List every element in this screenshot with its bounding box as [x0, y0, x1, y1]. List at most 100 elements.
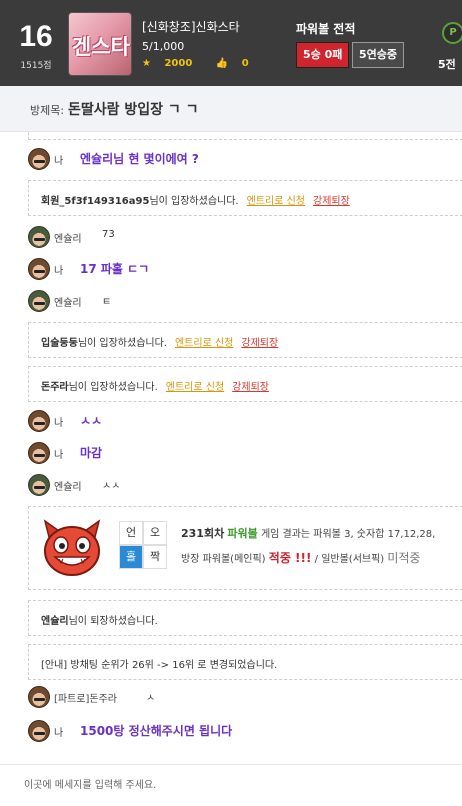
odd-even-grid: 언 오 홀 짝 — [119, 521, 167, 569]
avatar[interactable] — [28, 686, 50, 708]
avatar[interactable] — [28, 410, 50, 432]
rank-number: 16 — [19, 20, 53, 53]
message-sender: 나 — [54, 728, 64, 739]
system-user: 회원_5f3f149316a95 — [41, 196, 150, 207]
force-kick-link[interactable]: 강제퇴장 — [232, 382, 269, 393]
system-message — [28, 132, 462, 140]
powerball-game-count: 5전 — [438, 58, 456, 71]
chat-message: 엔슐리 ㅌ — [28, 290, 448, 314]
message-sender: 나 — [54, 450, 64, 461]
message-sender: 엔슐리 — [54, 234, 82, 245]
avatar[interactable] — [28, 226, 50, 248]
entry-apply-link[interactable]: 엔트리로 신청 — [175, 338, 233, 349]
system-message: 입술둥둥님이 입장하셨습니다. 엔트리로 신청 강제퇴장 — [28, 322, 462, 358]
message-sender: 나 — [54, 266, 64, 277]
chat-message: 엔슐리 73 — [28, 226, 448, 250]
message-sender: 엔슐리 — [54, 482, 82, 493]
system-message: 회원_5f3f149316a95님이 입장하셨습니다. 엔트리로 신청 강제퇴장 — [28, 180, 462, 216]
message-text: ㅌ — [102, 297, 112, 308]
avatar[interactable] — [28, 442, 50, 464]
force-kick-link[interactable]: 강제퇴장 — [313, 196, 350, 207]
thumbs-up-icon: 👍 — [215, 58, 229, 69]
main-pick-result: 적중 !!! — [268, 551, 312, 565]
chat-message: 나 1500탕 정산해주시면 됩니다 — [28, 720, 448, 744]
message-text: 1500탕 정산해주시면 됩니다 — [80, 724, 233, 738]
system-message: 돈주라님이 입장하셨습니다. 엔트리로 신청 강제퇴장 — [28, 366, 462, 402]
member-count: 5/1,000 — [142, 40, 185, 53]
entry-apply-link[interactable]: 엔트리로 신청 — [166, 382, 224, 393]
star-icon: ★ — [142, 58, 151, 69]
room-name: [신화창조]신화스타 — [142, 20, 240, 34]
avatar[interactable] — [28, 474, 50, 496]
main-pick-label: 방장 파워볼(메인픽) — [181, 554, 266, 565]
room-title: 돈딸사람 방입장 ㄱ ㄱ — [68, 102, 199, 118]
chat-message: 나 17 파홀 ㄷㄱ — [28, 258, 448, 282]
odd-cell: 언 — [119, 521, 143, 545]
game-result-text: 게임 결과는 파워볼 3, 숫자합 17,12,28, — [260, 529, 436, 540]
powerball-p-icon[interactable]: P — [442, 22, 462, 44]
hole-cell: 홀 — [119, 545, 143, 569]
message-text: 엔슐리님 현 몇이에여 ? — [80, 152, 199, 166]
jjak-cell: 짝 — [143, 545, 167, 569]
thumbnail-logo-text: 겐스타 — [72, 36, 130, 59]
message-input[interactable] — [24, 773, 444, 797]
sub-pick-result: 미적중 — [387, 551, 421, 565]
record-title: 파워볼 전적 — [296, 22, 356, 36]
avatar[interactable] — [28, 290, 50, 312]
system-text: 회원_5f3f149316a95님이 입장하셨습니다. 엔트리로 신청 강제퇴장 — [41, 192, 350, 207]
game-name: 파워볼 — [227, 527, 258, 540]
star-stat: ★ 2000 — [142, 58, 202, 69]
rank-score: 1515점 — [20, 61, 52, 71]
system-user: 돈주라 — [41, 382, 69, 393]
system-user: 엔슐리 — [41, 616, 69, 627]
message-sender: 나 — [54, 418, 64, 429]
force-kick-link[interactable]: 강제퇴장 — [241, 338, 278, 349]
system-message: 엔슐리님이 퇴장하셨습니다. — [28, 600, 462, 636]
win-loss-badge: 5승 0패 — [296, 42, 350, 68]
message-text: ㅅㅅ — [80, 414, 103, 428]
like-count: 0 — [241, 58, 249, 69]
game-result-card: 언 오 홀 짝 231회차 파워볼 게임 결과는 파워볼 3, 숫자합 17,1… — [28, 506, 462, 590]
chat-message: 나 엔슐리님 현 몇이에여 ? — [28, 148, 448, 172]
message-sender: [파트로]돈주라 — [54, 694, 118, 705]
avatar[interactable] — [28, 148, 50, 170]
system-text: 입술둥둥님이 입장하셨습니다. 엔트리로 신청 강제퇴장 — [41, 334, 278, 349]
system-suffix: 님이 입장하셨습니다. — [149, 196, 239, 207]
like-stat: 👍 0 — [216, 58, 259, 69]
streak-badge: 5연승중 — [352, 42, 405, 68]
message-text: 17 파홀 ㄷㄱ — [80, 262, 150, 276]
avatar[interactable] — [28, 720, 50, 742]
game-round: 231회차 — [181, 527, 225, 540]
title-label: 방제목: — [30, 104, 65, 117]
game-result-line: 231회차 파워볼 게임 결과는 파워볼 3, 숫자합 17,12,28, — [181, 525, 435, 541]
chat-message: 나 ㅅㅅ — [28, 410, 448, 434]
entry-apply-link[interactable]: 엔트리로 신청 — [247, 196, 305, 207]
message-text: ㅅㅅ — [102, 481, 121, 492]
system-suffix: 님이 입장하셨습니다. — [77, 338, 167, 349]
system-notice: [안내] 방채팅 순위가 26위 -> 16위 로 변경되었습니다. — [28, 644, 462, 680]
avatar[interactable] — [28, 258, 50, 280]
system-text: 엔슐리님이 퇴장하셨습니다. — [41, 612, 158, 627]
system-suffix: 님이 입장하셨습니다. — [68, 382, 158, 393]
pick-result-line: 방장 파워볼(메인픽) 적중 !!! / 일반볼(서브픽) 미적중 — [181, 549, 421, 566]
notice-text: [안내] 방채팅 순위가 26위 -> 16위 로 변경되었습니다. — [41, 660, 278, 671]
chat-message: 엔슐리 ㅅㅅ — [28, 474, 448, 498]
star-count: 2000 — [164, 58, 193, 69]
room-rank: 16 1515점 — [10, 20, 62, 71]
room-header: 16 1515점 겐스타 [신화창조]신화스타 5/1,000 ★ 2000 👍… — [0, 0, 462, 86]
room-title-bar: 방제목: 돈딸사람 방입장 ㄱ ㄱ — [0, 86, 462, 132]
system-suffix: 님이 퇴장하셨습니다. — [68, 616, 158, 627]
message-input-area — [0, 764, 462, 806]
chat-message: 나 마감 — [28, 442, 448, 466]
room-stats: ★ 2000 👍 0 — [142, 58, 269, 69]
message-sender: 엔슐리 — [54, 298, 82, 309]
message-text: ㅅ — [146, 693, 156, 704]
devil-mascot-icon — [43, 519, 101, 576]
chat-message: [파트로]돈주라 ㅅ — [28, 686, 448, 710]
chat-log[interactable]: 나 엔슐리님 현 몇이에여 ? 회원_5f3f149316a95님이 입장하셨습… — [0, 132, 462, 762]
room-thumbnail[interactable]: 겐스타 — [68, 12, 132, 76]
sub-pick-label: / 일반볼(서브픽) — [314, 554, 385, 565]
system-user: 입술둥둥 — [41, 338, 78, 349]
system-text: 돈주라님이 입장하셨습니다. 엔트리로 신청 강제퇴장 — [41, 378, 269, 393]
message-sender: 나 — [54, 156, 64, 167]
